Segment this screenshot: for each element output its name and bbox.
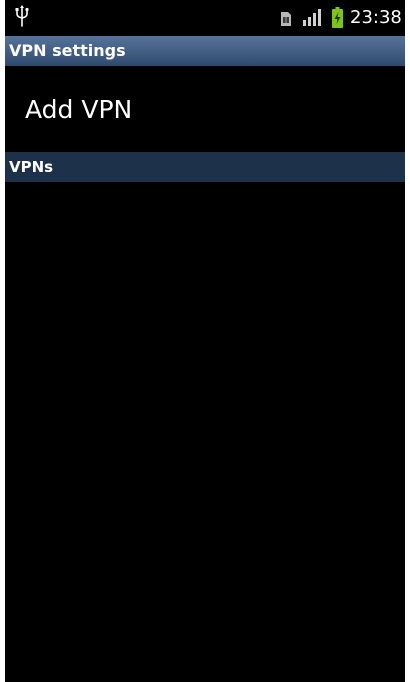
vpns-section-header: VPNs (5, 152, 405, 182)
usb-icon (15, 5, 29, 27)
vpns-section-title: VPNs (9, 158, 54, 176)
add-vpn-label: Add VPN (25, 95, 133, 124)
vpn-settings-screen: 23:38 VPN settings Add VPN VPNs (5, 0, 405, 682)
sim-card-icon (281, 12, 291, 26)
status-bar[interactable]: 23:38 (5, 0, 405, 36)
page-title: VPN settings (9, 41, 126, 60)
title-bar: VPN settings (5, 36, 405, 66)
battery-charging-icon (332, 7, 343, 28)
add-vpn-item[interactable]: Add VPN (5, 66, 405, 152)
status-bar-clock: 23:38 (350, 7, 402, 28)
signal-strength-icon (303, 9, 321, 26)
vpn-list (5, 182, 405, 682)
